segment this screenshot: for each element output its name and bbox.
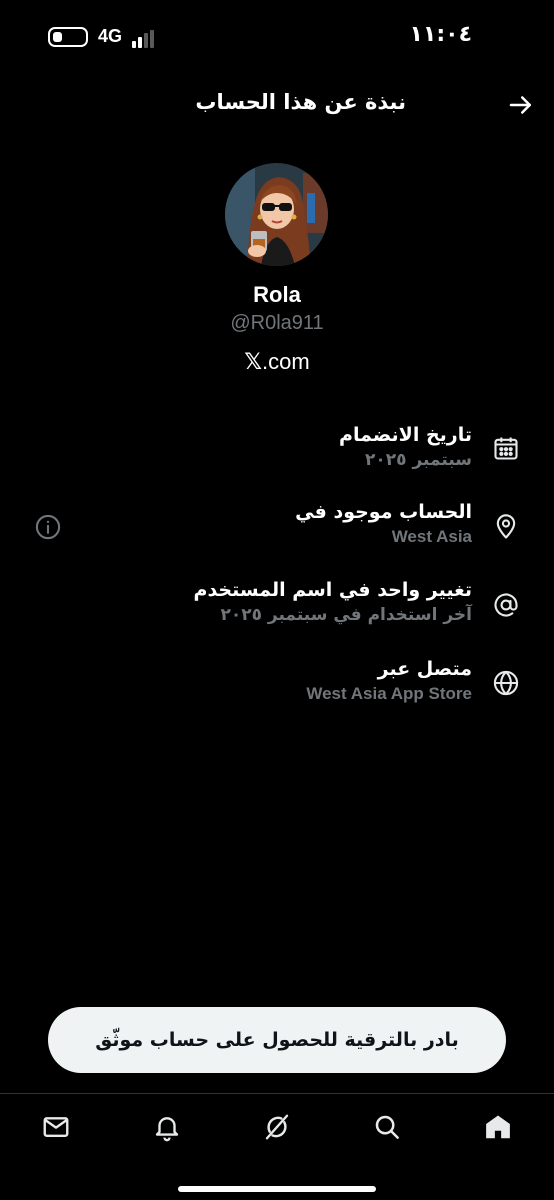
user-handle: @R0la911 [230,312,324,334]
info-location-title: الحساب موجود في [295,501,472,523]
info-circle-icon[interactable] [34,513,62,541]
info-username-changes-text: تغيير واحد في اسم المستخدم آخر استخدام ف… [194,577,472,627]
globe-icon [493,670,519,696]
location-pin-icon [496,514,516,539]
status-time: ١١:٠٤ [409,22,472,47]
info-connected-via-title: متصل عبر [377,658,472,680]
x-logo-icon: 𝕏 [244,350,263,375]
info-joined-title: تاريخ الانضمام [339,424,472,446]
grok-icon[interactable] [262,1112,292,1142]
bottom-nav [0,1093,554,1200]
info-connected-via-text: متصل عبر West Asia App Store [306,656,472,706]
info-joined: تاريخ الانضمام سبتمبر ٢٠٢٥ [0,420,554,490]
website-domain: .com [262,349,310,374]
network-type: 4G [98,26,123,46]
calendar-icon [494,437,518,460]
avatar[interactable] [225,163,328,266]
info-joined-text: تاريخ الانضمام سبتمبر ٢٠٢٥ [339,422,472,472]
home-icon[interactable] [483,1112,513,1142]
signal-icon [132,30,162,48]
info-location-text: الحساب موجود في West Asia [295,499,472,549]
battery-level [53,32,62,42]
avatar-image [225,163,328,266]
website-link[interactable]: 𝕏.com [0,349,554,375]
header: نبذة عن هذا الحساب [0,82,554,128]
info-connected-via: متصل عبر West Asia App Store [0,654,554,724]
upgrade-button-label: بادر بالترقية للحصول على حساب موثّق [95,1029,459,1051]
battery-icon [48,27,88,47]
info-joined-value: سبتمبر ٢٠٢٥ [365,450,472,470]
info-connected-via-value: West Asia App Store [306,684,472,703]
info-location: الحساب موجود في West Asia [0,497,554,567]
info-username-changes-title: تغيير واحد في اسم المستخدم [193,579,472,601]
arrow-right-icon[interactable] [506,90,536,120]
info-username-changes: تغيير واحد في اسم المستخدم آخر استخدام ف… [0,575,554,645]
upgrade-verified-button[interactable]: بادر بالترقية للحصول على حساب موثّق [48,1007,506,1073]
page-title: نبذة عن هذا الحساب [195,90,406,114]
bell-icon[interactable] [152,1112,182,1142]
info-location-value: West Asia [391,527,472,546]
at-sign-icon [494,593,518,617]
home-indicator[interactable] [178,1186,376,1192]
mail-icon[interactable] [41,1112,71,1142]
display-name: Rola [253,282,301,307]
status-bar: 4G ١١:٠٤ [0,0,554,76]
search-icon[interactable] [372,1112,402,1142]
info-username-changes-value: آخر استخدام في سبتمبر ٢٠٢٥ [220,605,472,625]
